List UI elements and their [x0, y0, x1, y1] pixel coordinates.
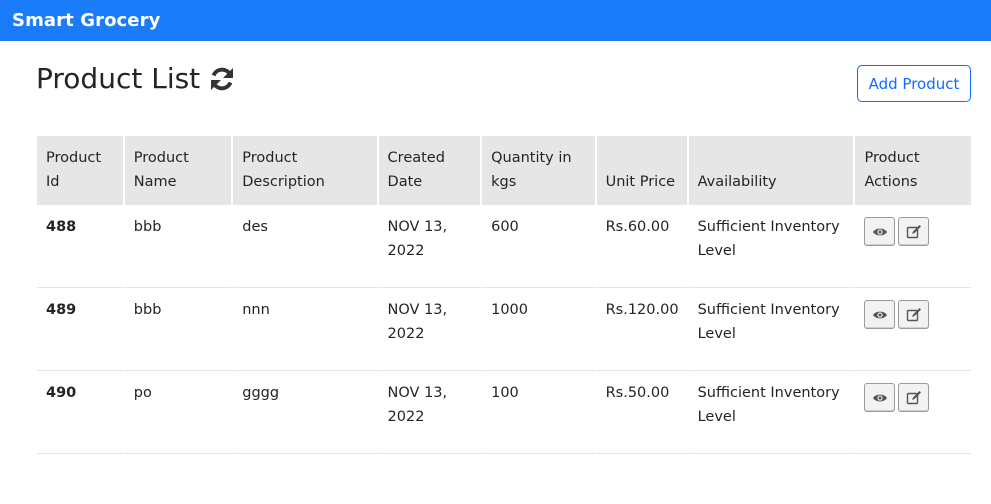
- view-button[interactable]: [864, 217, 896, 246]
- table-row: 488 bbb des NOV 13, 2022 600 Rs.60.00 Su…: [37, 205, 971, 288]
- table-row: 490 po gggg NOV 13, 2022 100 Rs.50.00 Su…: [37, 371, 971, 454]
- edit-button[interactable]: [898, 217, 930, 246]
- eye-icon: [872, 394, 887, 401]
- cell-actions: [855, 288, 971, 371]
- top-navbar: Smart Grocery: [0, 0, 991, 41]
- page-title-container: Product List: [36, 62, 236, 95]
- app-brand[interactable]: Smart Grocery: [0, 10, 160, 31]
- cell-actions: [855, 205, 971, 288]
- cell-product-id: 488: [37, 205, 125, 288]
- header-created-date: Created Date: [378, 136, 483, 205]
- edit-button[interactable]: [898, 300, 930, 329]
- edit-icon: [906, 390, 921, 404]
- page-title: Product List: [36, 62, 201, 95]
- header-quantity: Quantity in kgs: [482, 136, 597, 205]
- add-product-button[interactable]: Add Product: [857, 65, 971, 102]
- cell-product-id: 490: [37, 371, 125, 454]
- view-button[interactable]: [864, 383, 896, 412]
- cell-quantity: 1000: [482, 288, 597, 371]
- cell-created-date: NOV 13, 2022: [378, 288, 483, 371]
- edit-icon: [906, 224, 921, 238]
- cell-created-date: NOV 13, 2022: [378, 205, 483, 288]
- cell-unit-price: Rs.50.00: [596, 371, 689, 454]
- header-unit-price: Unit Price: [596, 136, 689, 205]
- cell-product-name: po: [124, 371, 234, 454]
- cell-unit-price: Rs.120.00: [596, 288, 689, 371]
- cell-product-description: des: [233, 205, 379, 288]
- row-actions: [864, 298, 963, 329]
- table-header-row: Product Id Product Name Product Descript…: [37, 136, 971, 205]
- eye-icon: [872, 311, 887, 318]
- header-product-name: Product Name: [124, 136, 234, 205]
- header-availability: Availability: [688, 136, 856, 205]
- view-button[interactable]: [864, 300, 896, 329]
- cell-product-name: bbb: [124, 205, 234, 288]
- cell-product-id: 489: [37, 288, 125, 371]
- cell-availability: Sufficient Inventory Level: [688, 288, 856, 371]
- eye-icon: [872, 228, 887, 235]
- product-table: Product Id Product Name Product Descript…: [37, 136, 971, 454]
- row-actions: [864, 215, 963, 246]
- cell-unit-price: Rs.60.00: [596, 205, 689, 288]
- refresh-icon[interactable]: [208, 65, 236, 93]
- edit-icon: [906, 307, 921, 321]
- cell-created-date: NOV 13, 2022: [378, 371, 483, 454]
- table-row: 489 bbb nnn NOV 13, 2022 1000 Rs.120.00 …: [37, 288, 971, 371]
- cell-availability: Sufficient Inventory Level: [688, 371, 856, 454]
- cell-product-name: bbb: [124, 288, 234, 371]
- cell-product-description: nnn: [233, 288, 379, 371]
- cell-actions: [855, 371, 971, 454]
- header-product-description: Product Description: [233, 136, 379, 205]
- cell-availability: Sufficient Inventory Level: [688, 205, 856, 288]
- header-actions: Product Actions: [855, 136, 971, 205]
- header-product-id: Product Id: [37, 136, 125, 205]
- row-actions: [864, 381, 963, 412]
- cell-quantity: 100: [482, 371, 597, 454]
- cell-product-description: gggg: [233, 371, 379, 454]
- edit-button[interactable]: [898, 383, 930, 412]
- cell-quantity: 600: [482, 205, 597, 288]
